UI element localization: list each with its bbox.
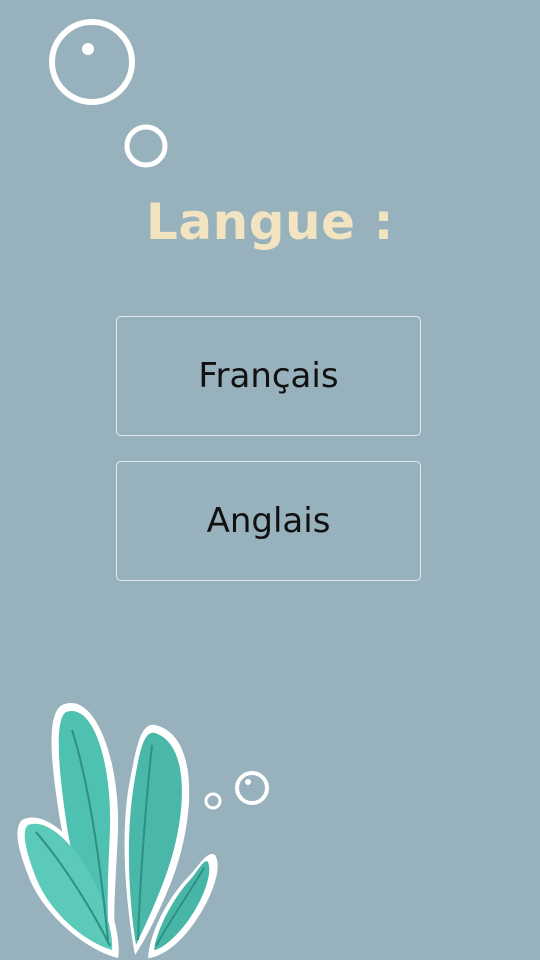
bubble-icon (124, 124, 168, 168)
french-button[interactable]: Français (116, 316, 421, 436)
bubble-icon (204, 792, 222, 810)
english-button[interactable]: Anglais (116, 461, 421, 581)
french-button-label: Français (198, 356, 339, 396)
english-button-label: Anglais (206, 501, 331, 541)
bubbles-top (49, 19, 168, 168)
seaweed-icon (17, 702, 218, 958)
bubble-icon (235, 771, 269, 805)
page-title: Langue : (146, 193, 394, 251)
bubble-icon (49, 19, 135, 105)
